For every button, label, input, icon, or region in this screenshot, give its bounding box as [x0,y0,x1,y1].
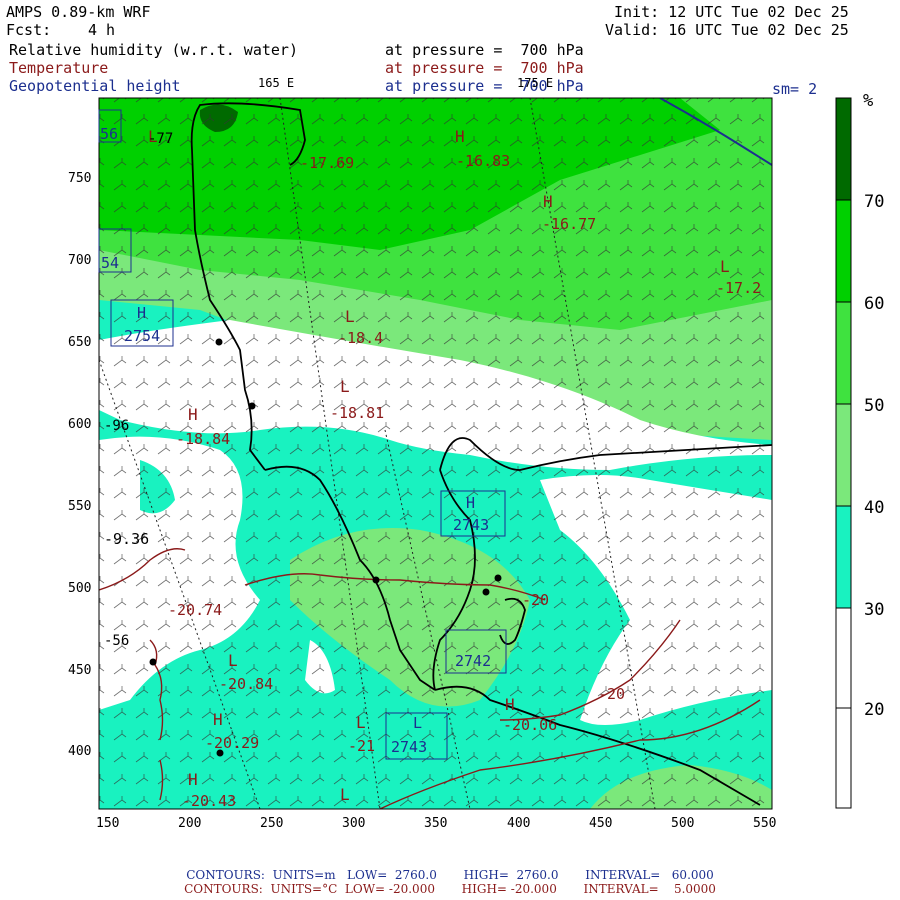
x-tick-label: 300 [342,816,365,831]
y-tick-label: 400 [68,744,91,759]
height-value: 2754 [124,327,160,345]
x-axis-ticks: 150 200 250 300 350 400 450 500 550 [96,816,776,831]
x-tick-label: 450 [589,816,612,831]
colorbar-swatch-60 [836,200,851,302]
x-tick-label: 350 [424,816,447,831]
temp-label: -20 [522,591,549,609]
height-value: 2743 [391,738,427,756]
x-tick-label: 500 [671,816,694,831]
x-tick-label: 550 [753,816,776,831]
x-tick-label: 400 [507,816,530,831]
height-value: 54 [101,254,119,272]
height-value: 2743 [453,516,489,534]
high-marker: H [213,710,223,729]
colorbar-label: 40 [864,498,884,518]
low-marker: L [720,257,730,276]
temp-label: -18.81 [330,404,384,422]
colorbar-swatch-30 [836,506,851,608]
high-marker: H [188,770,198,789]
colorbar-label: 70 [864,192,884,212]
low-marker: L [228,651,238,670]
low-marker: H [466,494,475,512]
footer-height-contours: CONTOURS: UNITS=m LOW= 2760.0 HIGH= 2760… [186,868,714,882]
low-marker: L [356,713,366,732]
high-marker: H [455,127,465,146]
map-plot: -17.69 -16.83 -16.77 -17.2 -18.4 -18.81 … [68,91,884,831]
temp-label: -16.83 [456,152,510,170]
y-tick-label: 700 [68,253,91,268]
low-marker: L [340,785,350,804]
colorbar-label: 30 [864,600,884,620]
low-marker: L [340,377,350,396]
low-marker: L [345,307,355,326]
height-value: 56 [100,125,118,143]
y-tick-label: 500 [68,581,91,596]
temp-label: -18.84 [176,430,230,448]
high-marker: H [543,192,553,211]
colorbar-swatch-70 [836,98,851,200]
high-marker: H [188,405,198,424]
y-axis-ticks: 750 700 650 600 550 500 450 400 [68,171,91,759]
colorbar-swatch-40 [836,404,851,506]
temp-label: -20.29 [205,734,259,752]
colorbar-swatch-50 [836,302,851,404]
colorbar-label: 20 [864,700,884,720]
y-tick-label: 600 [68,417,91,432]
temp-label: -16.77 [542,215,596,233]
colorbar-label: 50 [864,396,884,416]
x-tick-label: 200 [178,816,201,831]
colorbar: % 70 60 50 40 30 20 [835,91,884,809]
y-tick-label: 550 [68,499,91,514]
high-marker: H [505,695,515,714]
colorbar-unit: % [863,91,873,111]
temp-label: -17.69 [300,154,354,172]
contour-label: -96 [104,418,129,434]
temp-label: -20.06 [503,716,557,734]
y-tick-label: 650 [68,335,91,350]
colorbar-label: 60 [864,294,884,314]
temp-label: -20.43 [182,792,236,810]
x-tick-label: 250 [260,816,283,831]
temp-label: -21 [348,737,375,755]
humidity-field [99,98,772,809]
height-value: 2742 [455,652,491,670]
temp-label: -20.74 [168,601,222,619]
high-marker: H [137,304,146,322]
temp-label: -20 [598,685,625,703]
temp-label: -20.84 [219,675,273,693]
contour-label: -77 [148,131,173,147]
y-tick-label: 450 [68,663,91,678]
temp-label: -17.2 [716,279,761,297]
y-tick-label: 750 [68,171,91,186]
x-tick-label: 150 [96,816,119,831]
high-marker: L [413,714,422,732]
temp-label: -9.36 [104,530,149,548]
footer-temp-contours: CONTOURS: UNITS=°C LOW= -20.000 HIGH= -2… [184,882,716,896]
temp-label: -18.4 [338,329,383,347]
contour-label: -56 [104,633,129,649]
